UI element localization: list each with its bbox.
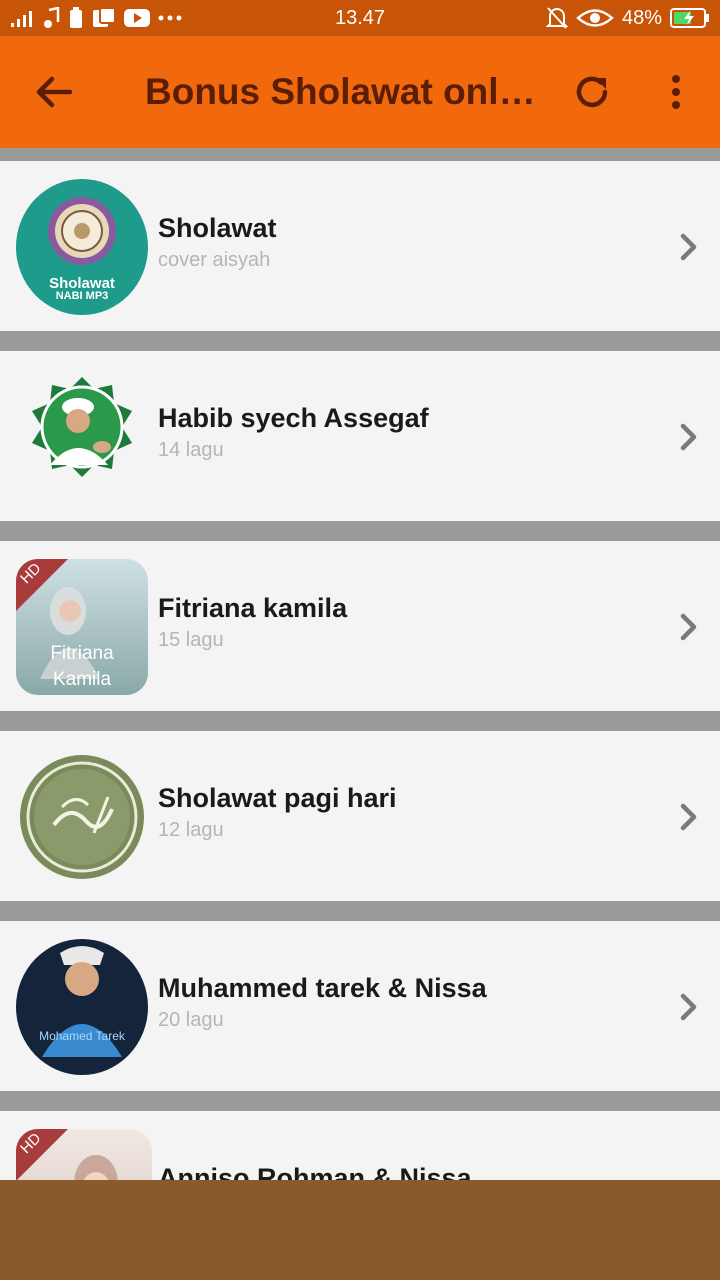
chevron-right-icon bbox=[676, 611, 702, 643]
item-subtitle: 12 lagu bbox=[158, 819, 224, 841]
thumb-caption: Fitriana bbox=[50, 643, 114, 664]
list-item[interactable]: Habib syech Assegaf 14 lagu bbox=[0, 351, 720, 521]
bell-muted-icon bbox=[545, 6, 568, 30]
item-title: Muhammed tarek & Nissa bbox=[158, 973, 487, 1003]
app-bar: Bonus Sholawat online bbox=[0, 36, 720, 148]
item-title: Anniso Rohman & Nissa bbox=[158, 1163, 472, 1180]
bottom-overlay bbox=[0, 1180, 720, 1280]
list-item[interactable]: HD Fitriana Kamila Fitriana kamila 15 la… bbox=[0, 541, 720, 711]
list-item[interactable]: HD Anniso Rohman & Nissa bbox=[0, 1111, 720, 1180]
status-icons-right: 48% bbox=[545, 0, 710, 36]
muhammad-calligraphy-seal-icon bbox=[16, 749, 148, 885]
mohamed-tarek-portrait-icon: Mohamed Tarek bbox=[16, 939, 148, 1075]
chevron-right-icon bbox=[676, 421, 702, 453]
item-title: Habib syech Assegaf bbox=[158, 403, 429, 433]
item-subtitle: cover aisyah bbox=[158, 249, 271, 271]
item-subtitle: 15 lagu bbox=[158, 629, 224, 651]
chevron-right-icon bbox=[676, 801, 702, 833]
thumb-caption: NABI MP3 bbox=[55, 290, 109, 302]
list-item[interactable]: Mohamed Tarek Muhammed tarek & Nissa 20 … bbox=[0, 921, 720, 1091]
chevron-right-icon bbox=[676, 991, 702, 1023]
item-subtitle: 20 lagu bbox=[158, 1009, 224, 1031]
list-item[interactable]: Sholawat NABI MP3 Sholawat cover aisyah bbox=[0, 161, 720, 331]
anniso-cover-icon: HD bbox=[16, 1129, 152, 1180]
refresh-icon[interactable] bbox=[568, 68, 616, 116]
battery-percent: 48% bbox=[621, 6, 662, 29]
sholawat-nabi-mp3-logo-icon: Sholawat NABI MP3 bbox=[16, 179, 148, 315]
fitriana-kamila-cover-icon: HD Fitriana Kamila bbox=[16, 559, 148, 695]
list-item[interactable]: Sholawat pagi hari 12 lagu bbox=[0, 731, 720, 901]
thumb-caption: Mohamed Tarek bbox=[39, 1029, 125, 1043]
back-arrow-icon[interactable] bbox=[30, 68, 78, 116]
battery-charging-icon bbox=[670, 8, 710, 28]
eye-icon bbox=[576, 7, 614, 29]
list-top-divider bbox=[0, 148, 720, 161]
page-title: Bonus Sholawat online bbox=[145, 71, 540, 112]
status-bar: 13.47 48% bbox=[0, 0, 720, 36]
item-title: Sholawat bbox=[158, 213, 277, 243]
habib-syech-portrait-icon bbox=[16, 369, 148, 505]
chevron-right-icon bbox=[676, 231, 702, 263]
item-subtitle: 14 lagu bbox=[158, 439, 224, 461]
item-title: Fitriana kamila bbox=[158, 593, 348, 623]
item-title: Sholawat pagi hari bbox=[158, 783, 397, 813]
thumb-caption: Kamila bbox=[52, 669, 112, 690]
more-options-icon[interactable] bbox=[652, 68, 700, 116]
album-list: Sholawat NABI MP3 Sholawat cover aisyah … bbox=[0, 148, 720, 1180]
